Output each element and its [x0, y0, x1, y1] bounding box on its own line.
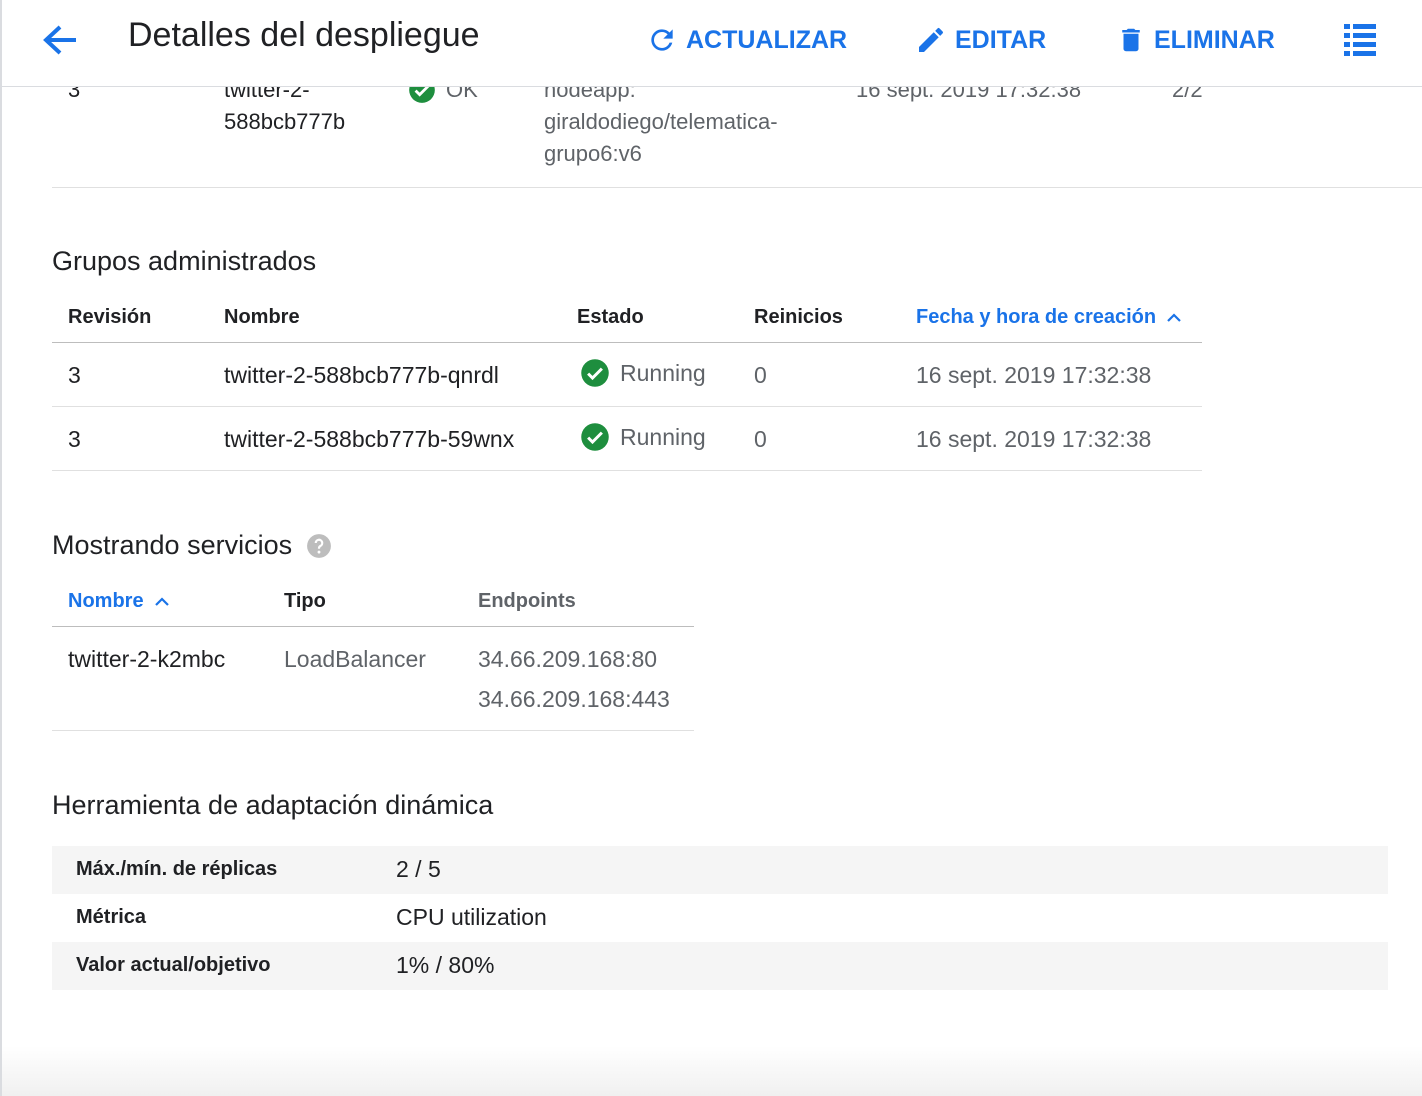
row-status: Running — [580, 358, 706, 388]
row-pod-name[interactable]: twitter-2-588bcb777b-59wnx — [224, 426, 514, 453]
service-name[interactable]: twitter-2-k2mbc — [68, 646, 225, 673]
row-revision: 3 — [68, 362, 81, 388]
header-divider — [52, 342, 1202, 343]
row-divider — [52, 406, 1202, 407]
row-status-label: Running — [620, 359, 706, 386]
column-header-service-name-label: Nombre — [68, 590, 144, 612]
column-header-name[interactable]: Nombre — [224, 306, 300, 329]
column-header-restarts[interactable]: Reinicios — [754, 306, 843, 329]
page-header: Detalles del despliegue ACTUALIZAR EDITA… — [2, 0, 1422, 87]
services-table: Nombre Tipo Endpoints twitter-2-k2mbc Lo… — [52, 580, 694, 732]
row-status-label: Running — [620, 423, 706, 450]
list-menu-icon — [1344, 24, 1376, 56]
column-header-endpoints: Endpoints — [478, 590, 576, 612]
managed-groups-table: Revisión Nombre Estado Reinicios Fecha y… — [52, 296, 1202, 472]
revision-image-cell: nodeapp: giraldodiego/telematica- grupo6… — [544, 74, 824, 170]
autoscaler-row: Valor actual/objetivo 1% / 80% — [52, 942, 1388, 990]
row-divider — [52, 730, 694, 731]
back-button[interactable] — [40, 22, 80, 58]
column-header-revision[interactable]: Revisión — [68, 306, 151, 329]
row-created: 16 sept. 2019 17:32:38 — [916, 362, 1152, 388]
refresh-icon — [651, 29, 673, 51]
row-status: Running — [580, 422, 706, 452]
services-section-header: Mostrando servicios — [52, 530, 332, 561]
image-line: grupo6:v6 — [544, 141, 642, 166]
page-frame: 3 twitter-2- 588bcb777b OK nodeapp: gira… — [0, 0, 1422, 1096]
row-revision: 3 — [68, 426, 81, 452]
header-divider — [52, 626, 694, 627]
autoscaler-key: Máx./mín. de réplicas — [76, 858, 278, 880]
service-endpoint[interactable]: 34.66.209.168:443 — [478, 686, 670, 713]
delete-button[interactable]: ELIMINAR — [1116, 20, 1275, 60]
autoscaler-row: Métrica CPU utilization — [52, 894, 1388, 942]
chevron-up-icon — [154, 596, 169, 606]
trash-icon — [1122, 28, 1140, 52]
autoscaler-value: 2 / 5 — [396, 856, 441, 882]
autoscaler-value: CPU utilization — [396, 904, 547, 930]
pencil-icon — [919, 27, 944, 52]
service-type: LoadBalancer — [284, 646, 426, 672]
service-endpoint[interactable]: 34.66.209.168:80 — [478, 646, 657, 673]
column-header-created-label: Fecha y hora de creación — [916, 306, 1157, 328]
refresh-button[interactable]: ACTUALIZAR — [646, 20, 847, 60]
image-line: giraldodiego/telematica- — [544, 109, 778, 134]
delete-label: ELIMINAR — [1154, 25, 1275, 54]
autoscaler-row: Máx./mín. de réplicas 2 / 5 — [52, 846, 1388, 894]
chevron-up-icon — [1167, 312, 1181, 322]
autoscaler-key: Valor actual/objetivo — [76, 954, 271, 976]
column-header-type[interactable]: Tipo — [284, 590, 326, 613]
check-circle-icon — [581, 359, 609, 387]
check-circle-icon — [581, 423, 609, 451]
column-header-status[interactable]: Estado — [577, 306, 644, 329]
column-header-service-name[interactable]: Nombre — [68, 590, 170, 613]
managed-groups-title: Grupos administrados — [52, 246, 317, 276]
row-created: 16 sept. 2019 17:32:38 — [916, 426, 1152, 452]
row-divider — [52, 470, 1202, 471]
menu-button[interactable] — [1342, 20, 1378, 60]
refresh-label: ACTUALIZAR — [686, 25, 848, 54]
row-restarts: 0 — [754, 362, 767, 388]
bottom-shadow — [2, 1046, 1422, 1096]
services-title: Mostrando servicios — [52, 530, 293, 560]
edit-button[interactable]: EDITAR — [915, 20, 1046, 60]
revision-name-line: 588bcb777b — [224, 109, 346, 134]
autoscaler-value: 1% / 80% — [396, 952, 495, 978]
row-restarts: 0 — [754, 426, 767, 452]
help-icon[interactable] — [306, 533, 332, 559]
arrow-back-icon — [43, 25, 76, 55]
autoscaler-key: Métrica — [76, 906, 147, 928]
autoscaler-title: Herramienta de adaptación dinámica — [52, 790, 494, 820]
page-title: Detalles del despliegue — [128, 16, 480, 54]
column-header-created[interactable]: Fecha y hora de creación — [916, 306, 1182, 329]
edit-label: EDITAR — [955, 25, 1047, 54]
row-pod-name[interactable]: twitter-2-588bcb777b-qnrdl — [224, 362, 499, 389]
